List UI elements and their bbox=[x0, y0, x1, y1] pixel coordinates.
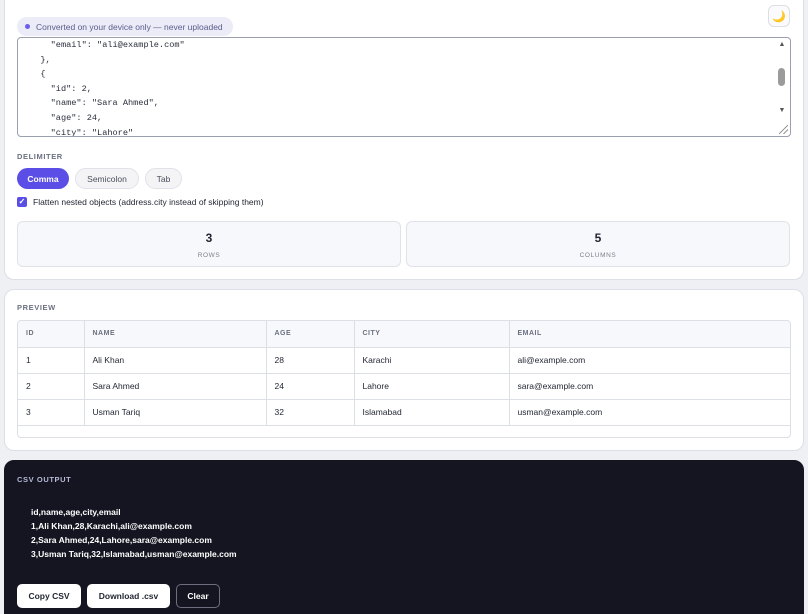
table-cell: 28 bbox=[266, 347, 355, 374]
table-header-row: ID NAME AGE CITY EMAIL bbox=[18, 321, 790, 348]
download-csv-button[interactable]: Download .csv bbox=[87, 584, 170, 608]
delimiter-comma-button[interactable]: Comma bbox=[17, 168, 69, 189]
csv-output-text: id,name,age,city,email 1,Ali Khan,28,Kar… bbox=[31, 505, 237, 561]
column-header-age: AGE bbox=[266, 321, 355, 348]
table-cell: 2 bbox=[18, 373, 85, 400]
table-cell: 24 bbox=[266, 373, 355, 400]
rows-count: 3 bbox=[205, 231, 213, 245]
column-header-email: EMAIL bbox=[509, 321, 790, 348]
privacy-badge: Converted on your device only — never up… bbox=[17, 17, 233, 36]
table-cell: 1 bbox=[18, 347, 85, 374]
flatten-label: Flatten nested objects (address.city ins… bbox=[33, 197, 264, 207]
rows-stat: 3 ROWS bbox=[17, 221, 401, 267]
table-cell: ali@example.com bbox=[509, 347, 790, 374]
column-header-id: ID bbox=[18, 321, 85, 348]
csv-line: id,name,age,city,email bbox=[31, 507, 121, 517]
moon-icon: 🌙 bbox=[772, 10, 786, 23]
delimiter-semicolon-button[interactable]: Semicolon bbox=[75, 168, 139, 189]
preview-label: PREVIEW bbox=[17, 303, 56, 312]
columns-count: 5 bbox=[594, 231, 602, 245]
table-cell: Karachi bbox=[354, 347, 510, 374]
copy-csv-button[interactable]: Copy CSV bbox=[17, 584, 81, 608]
table-cell: Usman Tariq bbox=[84, 399, 267, 426]
table-cell: Lahore bbox=[354, 373, 510, 400]
csv-line: 2,Sara Ahmed,24,Lahore,sara@example.com bbox=[31, 535, 212, 545]
table-row: 2 Sara Ahmed 24 Lahore sara@example.com bbox=[18, 373, 790, 400]
privacy-badge-text: Converted on your device only — never up… bbox=[36, 21, 223, 32]
scroll-thumb[interactable] bbox=[778, 68, 785, 86]
table-cell: 3 bbox=[18, 399, 85, 426]
table-row: 3 Usman Tariq 32 Islamabad usman@example… bbox=[18, 399, 790, 426]
clear-button[interactable]: Clear bbox=[176, 584, 220, 608]
scroll-up-arrow-icon[interactable]: ▲ bbox=[777, 40, 787, 50]
csv-output-label: CSV OUTPUT bbox=[17, 475, 72, 484]
json-input-text: "email": "ali@example.com" }, { "id": 2,… bbox=[40, 40, 185, 137]
flatten-checkbox[interactable]: ✓ bbox=[17, 197, 27, 207]
table-cell: 32 bbox=[266, 399, 355, 426]
editor-scrollbar[interactable]: ▲ ▼ bbox=[776, 40, 788, 124]
csv-line: 1,Ali Khan,28,Karachi,ali@example.com bbox=[31, 521, 192, 531]
table-cell: Sara Ahmed bbox=[84, 373, 267, 400]
scroll-down-arrow-icon[interactable]: ▼ bbox=[777, 106, 787, 116]
status-dot-icon bbox=[25, 24, 30, 29]
theme-toggle-button[interactable]: 🌙 bbox=[768, 5, 790, 27]
preview-table: ID NAME AGE CITY EMAIL 1 Ali Khan 28 Kar… bbox=[17, 320, 791, 438]
columns-stat: 5 COLUMNS bbox=[406, 221, 790, 267]
json-input-textarea[interactable]: "email": "ali@example.com" }, { "id": 2,… bbox=[17, 37, 791, 137]
columns-caption: COLUMNS bbox=[579, 252, 617, 259]
column-header-city: CITY bbox=[354, 321, 510, 348]
table-row: 1 Ali Khan 28 Karachi ali@example.com bbox=[18, 347, 790, 374]
table-cell: Islamabad bbox=[354, 399, 510, 426]
rows-caption: ROWS bbox=[197, 252, 221, 259]
flatten-option[interactable]: ✓ Flatten nested objects (address.city i… bbox=[17, 197, 264, 207]
table-cell: Ali Khan bbox=[84, 347, 267, 374]
table-cell: sara@example.com bbox=[509, 373, 790, 400]
column-header-name: NAME bbox=[84, 321, 267, 348]
table-cell: usman@example.com bbox=[509, 399, 790, 426]
delimiter-tab-button[interactable]: Tab bbox=[145, 168, 182, 189]
resize-grip-icon[interactable] bbox=[779, 125, 788, 134]
csv-line: 3,Usman Tariq,32,Islamabad,usman@example… bbox=[31, 549, 237, 559]
delimiter-label: DELIMITER bbox=[17, 152, 63, 161]
